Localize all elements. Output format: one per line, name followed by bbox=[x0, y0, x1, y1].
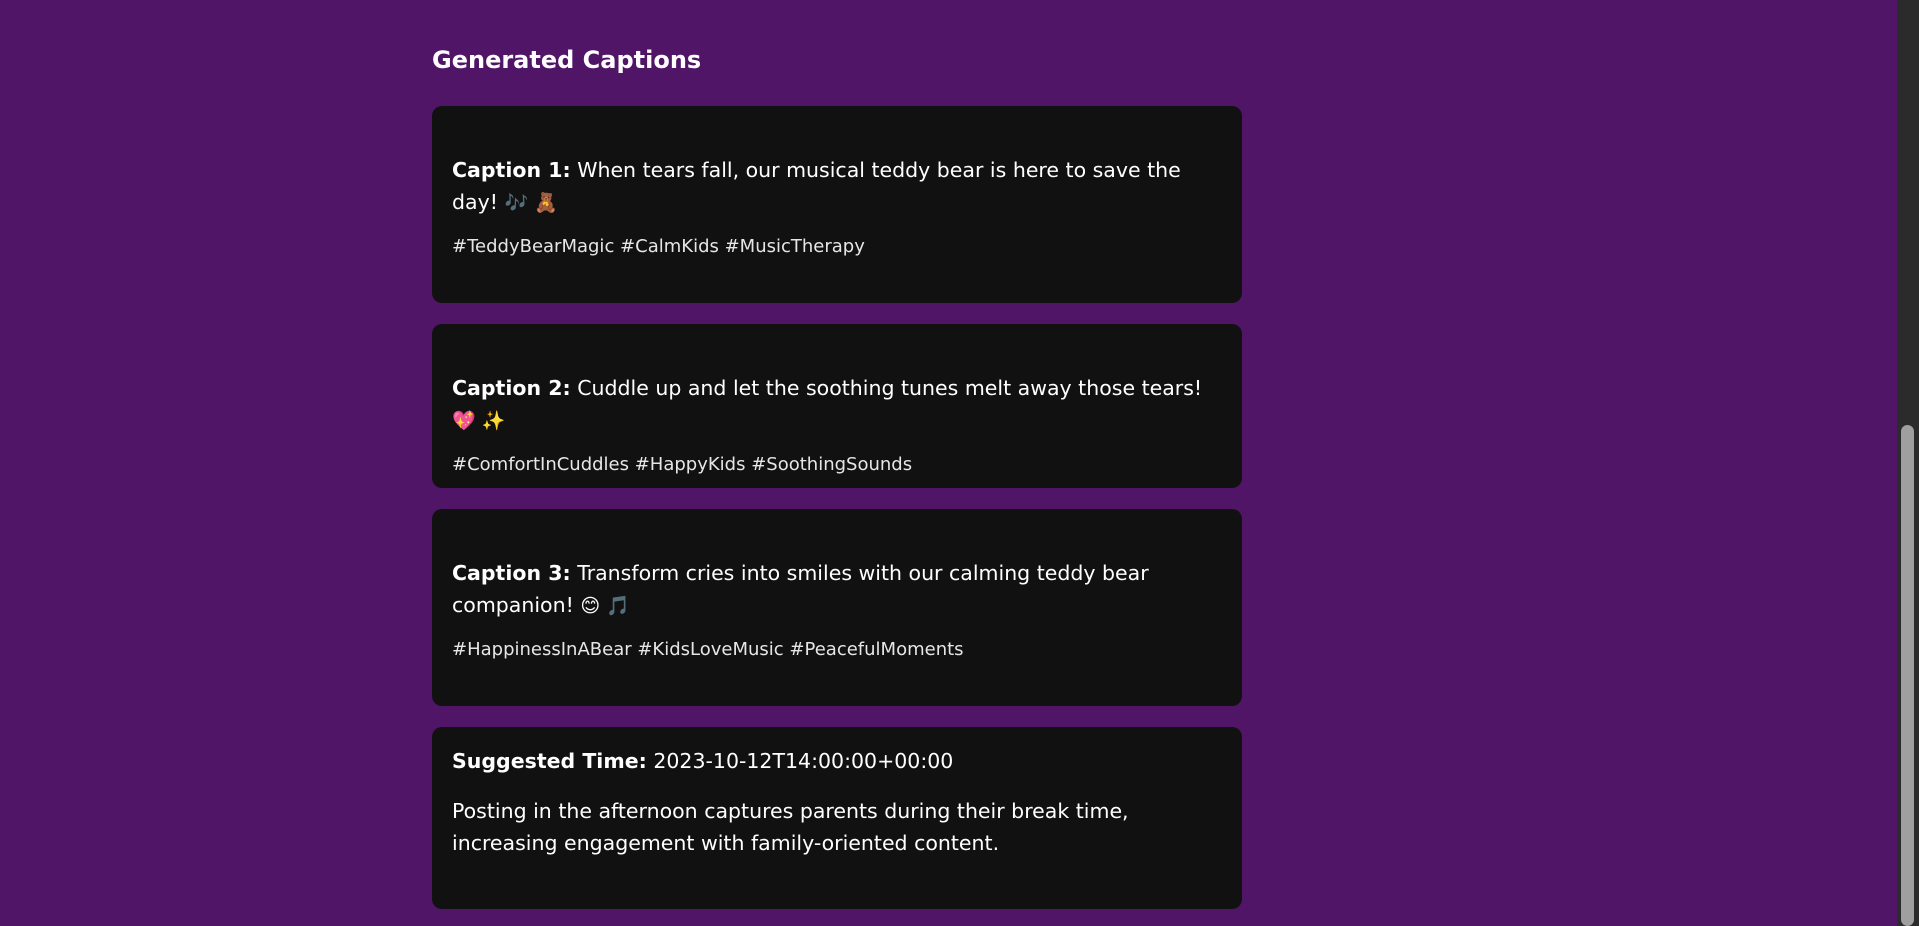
suggested-time-value: 2023-10-12T14:00:00+00:00 bbox=[653, 749, 954, 773]
caption-emojis: 🎶 🧸 bbox=[504, 192, 558, 214]
section-title: Generated Captions bbox=[432, 46, 702, 74]
scrollbar-thumb[interactable] bbox=[1901, 425, 1914, 926]
caption-label: Caption 1: bbox=[452, 158, 571, 182]
caption-card-2: Caption 2: Cuddle up and let the soothin… bbox=[432, 324, 1242, 488]
suggested-time-card: Suggested Time: 2023-10-12T14:00:00+00:0… bbox=[432, 727, 1242, 909]
caption-card-3: Caption 3: Transform cries into smiles w… bbox=[432, 509, 1242, 706]
suggested-time-label: Suggested Time: bbox=[452, 749, 647, 773]
suggested-time-line: Suggested Time: 2023-10-12T14:00:00+00:0… bbox=[452, 745, 1222, 777]
captions-section: Generated Captions Caption 1: When tears… bbox=[432, 44, 1242, 926]
caption-label: Caption 3: bbox=[452, 561, 571, 585]
caption-line: Caption 1: When tears fall, our musical … bbox=[452, 154, 1222, 219]
vertical-scrollbar[interactable] bbox=[1897, 0, 1919, 926]
caption-card-1: Caption 1: When tears fall, our musical … bbox=[432, 106, 1242, 303]
caption-line: Caption 3: Transform cries into smiles w… bbox=[452, 557, 1222, 622]
caption-emojis: 😊 🎵 bbox=[580, 595, 630, 617]
caption-text: Cuddle up and let the soothing tunes mel… bbox=[577, 376, 1203, 400]
caption-hashtags: #HappinessInABear #KidsLoveMusic #Peacef… bbox=[452, 639, 964, 660]
suggested-time-description: Posting in the afternoon captures parent… bbox=[452, 799, 1129, 855]
caption-hashtags: #TeddyBearMagic #CalmKids #MusicTherapy bbox=[452, 236, 865, 257]
page: Generated Captions Caption 1: When tears… bbox=[0, 0, 1919, 926]
caption-label: Caption 2: bbox=[452, 376, 571, 400]
caption-emojis: 💖 ✨ bbox=[452, 410, 506, 432]
caption-line: Caption 2: Cuddle up and let the soothin… bbox=[452, 372, 1222, 437]
caption-hashtags: #ComfortInCuddles #HappyKids #SoothingSo… bbox=[452, 454, 913, 475]
